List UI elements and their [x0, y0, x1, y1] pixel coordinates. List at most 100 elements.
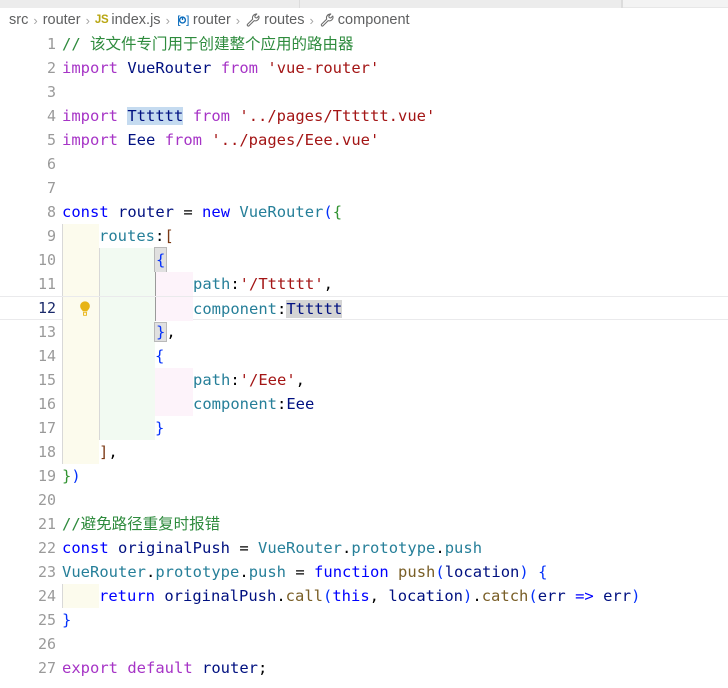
editor-line: 7 [0, 176, 728, 200]
indent-band-level2 [99, 272, 155, 296]
breadcrumb-label-router-symbol: router [192, 12, 231, 28]
breadcrumb-item-routes[interactable]: routes [245, 12, 304, 28]
editor-line: 2 import VueRouter from 'vue-router' [0, 56, 728, 80]
editor-tab-2[interactable] [300, 0, 622, 8]
indent-guide [62, 440, 63, 464]
line-content[interactable]: export default router; [0, 656, 728, 680]
indent-guide [62, 224, 63, 248]
line-content[interactable]: }) [0, 464, 728, 488]
code-text: path:'/Eee', [193, 371, 306, 389]
line-content[interactable]: VueRouter.prototype.push = function push… [0, 560, 728, 584]
indent-guide [62, 344, 63, 368]
editor-line: 13 }, [0, 320, 728, 344]
indent-guide [62, 297, 63, 321]
breadcrumb-item-router-symbol[interactable]: [ ] router [175, 12, 231, 28]
line-content[interactable]: } [0, 416, 728, 440]
editor-tab-3[interactable] [622, 0, 623, 8]
indent-band-level2 [99, 416, 155, 440]
editor-line: 18 ], [0, 440, 728, 464]
indent-guide-active [155, 272, 156, 296]
indent-band-level1 [62, 344, 99, 368]
line-content[interactable]: { [0, 247, 728, 273]
indent-band-level1 [62, 320, 99, 344]
line-content[interactable]: //避免路径重复时报错 [0, 512, 728, 536]
editor-line: 1 // 该文件专门用于创建整个应用的路由器 [0, 32, 728, 56]
line-content[interactable]: import Tttttt from '../pages/Tttttt.vue' [0, 104, 728, 128]
code-text: export default router; [62, 659, 268, 677]
code-text: ], [99, 443, 118, 461]
indent-band-level1 [62, 368, 99, 392]
line-content[interactable]: const router = new VueRouter({ [0, 200, 728, 224]
code-text: } [155, 419, 165, 437]
line-content[interactable] [0, 488, 728, 512]
line-content[interactable]: component:Eee [0, 392, 728, 416]
breadcrumb-label-index-js: index.js [111, 12, 161, 28]
code-text: const originalPush = VueRouter.prototype… [62, 539, 483, 557]
indent-band-level2 [99, 297, 155, 321]
indent-guide [99, 344, 100, 368]
line-content[interactable]: { [0, 344, 728, 368]
indent-guide [62, 392, 63, 416]
indent-guide [62, 272, 63, 296]
indent-guide [99, 248, 100, 272]
svg-text:[: [ [175, 14, 182, 27]
indent-band-level2 [99, 368, 155, 392]
line-content[interactable]: import VueRouter from 'vue-router' [0, 56, 728, 80]
code-text: component:Eee [193, 395, 315, 413]
indent-band-level1 [62, 392, 99, 416]
code-text: VueRouter.prototype.push = function push… [62, 563, 548, 581]
occurrence-highlight: Tttttt [286, 300, 343, 318]
line-content[interactable]: const originalPush = VueRouter.prototype… [0, 536, 728, 560]
line-content[interactable] [0, 632, 728, 656]
property-wrench-icon [319, 12, 335, 28]
editor-tab-bar [0, 0, 728, 8]
line-content[interactable]: // 该文件专门用于创建整个应用的路由器 [0, 32, 728, 56]
code-text: import Eee from '../pages/Eee.vue' [62, 131, 380, 149]
selected-token: Tttttt [127, 107, 184, 125]
line-content[interactable]: ], [0, 440, 728, 464]
editor-line: 17 } [0, 416, 728, 440]
line-content[interactable]: } [0, 608, 728, 632]
editor-line: 27 export default router; [0, 656, 728, 680]
indent-guide [99, 297, 100, 321]
indent-guide [99, 320, 100, 344]
editor-line: 14 { [0, 344, 728, 368]
breadcrumb-item-router-folder[interactable]: router [43, 12, 81, 28]
line-content[interactable] [0, 152, 728, 176]
lightbulb-icon[interactable] [76, 300, 94, 318]
code-editor[interactable]: 1 // 该文件专门用于创建整个应用的路由器 2 import VueRoute… [0, 32, 728, 688]
line-content[interactable]: }, [0, 320, 728, 344]
breadcrumb-item-component[interactable]: component [319, 12, 410, 28]
line-content[interactable]: path:'/Eee', [0, 368, 728, 392]
breadcrumb-item-index-js[interactable]: JS index.js [95, 12, 161, 28]
indent-band-level1 [62, 440, 99, 464]
indent-band-level3 [155, 272, 193, 296]
line-content[interactable]: import Eee from '../pages/Eee.vue' [0, 128, 728, 152]
line-content[interactable]: component:Tttttt [0, 296, 728, 321]
indent-guide [62, 248, 63, 272]
breadcrumb-item-src[interactable]: src [9, 12, 28, 28]
editor-line: 20 [0, 488, 728, 512]
code-text: } [62, 611, 72, 629]
code-text: import VueRouter from 'vue-router' [62, 59, 380, 77]
editor-tab-1[interactable] [0, 0, 300, 8]
code-text: //避免路径重复时报错 [62, 515, 221, 533]
breadcrumb-label-src: src [9, 12, 29, 28]
line-content[interactable]: return originalPush.call(this, location)… [0, 584, 728, 608]
editor-line: 22 const originalPush = VueRouter.protot… [0, 536, 728, 560]
indent-guide [99, 392, 100, 416]
breadcrumb-label-router-folder: router [42, 12, 81, 28]
indent-guide [99, 272, 100, 296]
breadcrumb: src › router › JS index.js › [ ] router … [0, 8, 728, 32]
code-text: }) [62, 467, 81, 485]
code-text: component:Tttttt [193, 300, 343, 318]
indent-guide [99, 368, 100, 392]
line-content[interactable]: routes:[ [0, 224, 728, 248]
editor-line: 8 const router = new VueRouter({ [0, 200, 728, 224]
code-text: import Tttttt from '../pages/Tttttt.vue' [62, 107, 436, 125]
line-content[interactable] [0, 176, 728, 200]
line-content[interactable]: path:'/Tttttt', [0, 272, 728, 296]
line-content[interactable] [0, 80, 728, 104]
bracket-match-highlight: { [153, 247, 168, 273]
variable-icon: [ ] [175, 13, 190, 28]
